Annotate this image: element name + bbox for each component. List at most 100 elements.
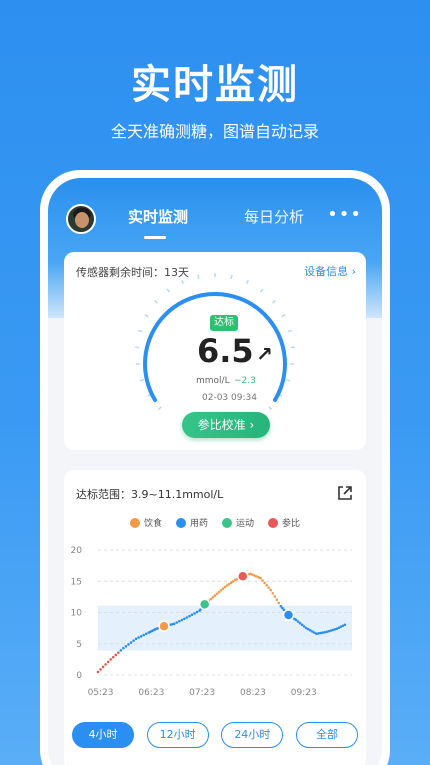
data-point bbox=[177, 619, 181, 623]
data-point bbox=[134, 637, 138, 641]
gauge-tick bbox=[139, 378, 145, 382]
legend-item-diet: 饮食 bbox=[129, 516, 162, 529]
device-info-link[interactable]: 设备信息 › bbox=[304, 263, 356, 279]
glucose-delta: −2.3 bbox=[234, 376, 256, 386]
data-point bbox=[190, 613, 194, 617]
data-point bbox=[122, 646, 125, 650]
gauge-tick bbox=[245, 279, 249, 285]
data-point bbox=[144, 632, 148, 636]
active-tab-indicator bbox=[144, 236, 166, 239]
share-icon[interactable] bbox=[336, 484, 354, 502]
tab-realtime[interactable]: 实时监测 bbox=[128, 206, 188, 227]
x-tick-label: 05:23 bbox=[88, 688, 114, 698]
legend-item-medication: 用药 bbox=[175, 516, 208, 529]
data-point bbox=[137, 636, 140, 639]
data-point bbox=[101, 665, 105, 669]
data-point bbox=[114, 653, 118, 657]
reference-event-marker bbox=[237, 570, 249, 582]
chevron-right-icon: › bbox=[351, 265, 356, 278]
data-point bbox=[275, 598, 279, 602]
data-point bbox=[142, 633, 146, 637]
data-point bbox=[117, 651, 120, 654]
range-button-12h[interactable]: 12小时 bbox=[146, 722, 209, 748]
gauge-tick bbox=[166, 288, 171, 293]
data-point bbox=[302, 625, 306, 628]
data-point bbox=[217, 590, 221, 594]
y-tick-label: 5 bbox=[76, 640, 82, 650]
data-point bbox=[269, 588, 273, 592]
gauge-tick bbox=[154, 300, 159, 304]
y-tick-label: 20 bbox=[71, 546, 83, 556]
data-point bbox=[111, 655, 115, 659]
data-point bbox=[343, 623, 347, 627]
x-tick-label: 09:23 bbox=[291, 688, 317, 698]
legend-label: 用药 bbox=[189, 519, 208, 529]
status-badge: 达标 bbox=[210, 315, 238, 331]
reference-icon bbox=[268, 517, 279, 528]
more-dots-icon[interactable]: ••• bbox=[327, 206, 362, 224]
calibrate-button[interactable]: 参比校准 › bbox=[182, 412, 270, 438]
y-tick-label: 0 bbox=[76, 671, 82, 681]
data-point bbox=[195, 610, 199, 614]
gauge-tick bbox=[290, 363, 295, 366]
gauge-tick bbox=[287, 329, 292, 333]
data-point bbox=[104, 663, 107, 666]
gauge-tick bbox=[138, 329, 143, 333]
tab-daily-analysis[interactable]: 每日分析 bbox=[244, 206, 304, 227]
data-point bbox=[265, 583, 268, 587]
data-point bbox=[294, 618, 298, 622]
data-point bbox=[127, 643, 130, 646]
data-point bbox=[172, 622, 176, 626]
legend-item-reference: 参比 bbox=[268, 516, 300, 529]
data-point bbox=[209, 597, 213, 601]
data-point bbox=[213, 594, 217, 597]
gauge-tick bbox=[197, 274, 200, 279]
data-point bbox=[277, 601, 281, 605]
exercise-event-marker bbox=[198, 598, 211, 611]
medication-event-marker bbox=[282, 609, 295, 621]
glucose-unit: mmol/L bbox=[196, 376, 230, 386]
data-point bbox=[96, 670, 100, 674]
data-point bbox=[271, 591, 275, 595]
avatar[interactable] bbox=[66, 204, 96, 234]
gauge-tick bbox=[157, 406, 162, 411]
data-point bbox=[109, 658, 112, 661]
device-info-label: 设备信息 bbox=[304, 265, 349, 278]
data-point bbox=[263, 581, 266, 585]
chart-card: 达标范围：3.9~11.1mmol/L 饮食 用药 运动 参比 0 5 10 1… bbox=[64, 470, 366, 765]
range-button-4h[interactable]: 4小时 bbox=[72, 722, 134, 748]
y-tick-label: 10 bbox=[71, 609, 83, 619]
data-point bbox=[267, 586, 270, 589]
x-tick-label: 08:23 bbox=[240, 688, 266, 698]
data-point bbox=[193, 612, 196, 615]
range-button-24h[interactable]: 24小时 bbox=[221, 722, 284, 748]
data-point bbox=[183, 617, 186, 621]
medication-icon bbox=[175, 517, 186, 528]
gauge-tick bbox=[259, 288, 264, 293]
legend-label: 参比 bbox=[282, 519, 301, 529]
gauge-tick bbox=[144, 314, 149, 318]
diet-event-marker bbox=[158, 620, 170, 632]
data-point bbox=[215, 592, 219, 596]
data-point bbox=[119, 649, 123, 652]
trend-up-arrow-icon: ↗ bbox=[256, 342, 273, 366]
promo-subtitle: 全天准确测糖，图谱自动记录 bbox=[110, 122, 319, 141]
gauge-tick bbox=[135, 363, 140, 366]
calibrate-label: 参比校准 bbox=[197, 418, 246, 432]
sensor-card: 传感器剩余时间：13天 设备信息 › 达标 6.5 ↗ mmol/L −2.3 … bbox=[64, 252, 366, 450]
data-point bbox=[261, 579, 264, 582]
exercise-icon bbox=[222, 517, 232, 528]
gauge-tick bbox=[230, 274, 233, 279]
y-tick-label: 15 bbox=[71, 577, 82, 587]
data-point bbox=[185, 616, 189, 619]
data-point bbox=[180, 618, 184, 622]
glucose-reading: 6.5 bbox=[197, 332, 254, 370]
data-point bbox=[124, 644, 128, 648]
gauge-tick bbox=[281, 314, 286, 318]
data-point bbox=[132, 639, 135, 642]
data-point bbox=[221, 587, 225, 590]
range-button-all[interactable]: 全部 bbox=[295, 722, 358, 748]
data-point bbox=[211, 596, 215, 599]
app-screen: 实时监测 每日分析 ••• 传感器剩余时间：13天 设备信息 › 达标 6.5 … bbox=[48, 178, 382, 765]
data-point bbox=[298, 621, 302, 625]
